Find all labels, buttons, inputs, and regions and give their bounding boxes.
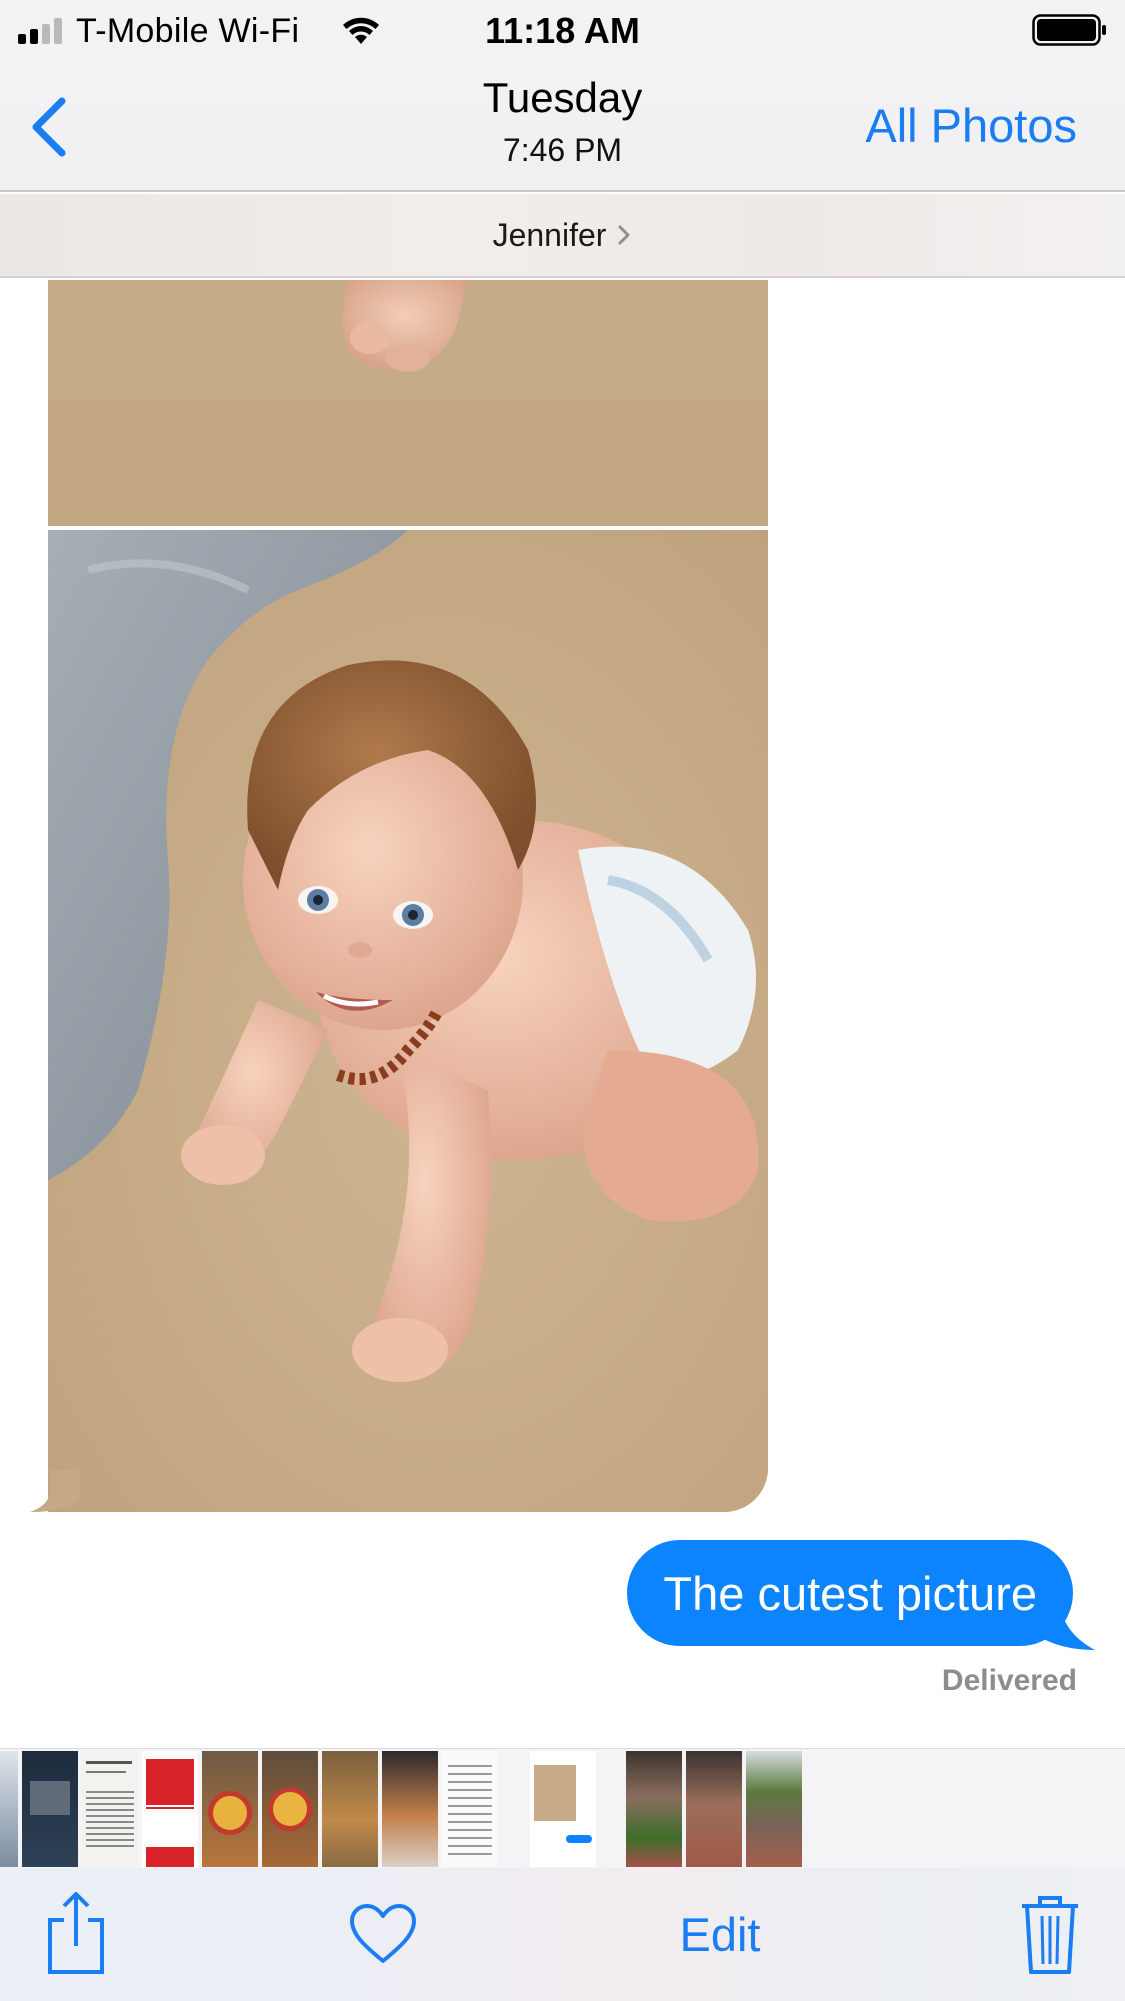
heart-icon: [350, 1904, 416, 1963]
thumbnail-item[interactable]: [626, 1751, 682, 1867]
thumbnail-item[interactable]: [142, 1751, 198, 1867]
incoming-bubble-tail: [30, 1470, 80, 1512]
battery-icon: [1032, 14, 1106, 46]
photo-thumbnail-strip[interactable]: [0, 1748, 1125, 1868]
edit-label: Edit: [679, 1907, 761, 1961]
edit-button[interactable]: Edit: [660, 1902, 780, 1966]
thumbnail-item[interactable]: [382, 1751, 438, 1867]
crawling-baby-photo[interactable]: [48, 530, 768, 1512]
thumbnail-item[interactable]: [746, 1751, 802, 1867]
outgoing-bubble-tail: [1035, 1598, 1095, 1650]
thumbnail-item[interactable]: [686, 1751, 742, 1867]
status-clock: 11:18 AM: [485, 10, 640, 51]
contact-name: Jennifer: [492, 216, 607, 253]
conversation-area: The cutest picture Delivered: [0, 280, 1125, 1750]
baby-feet-on-carpet-photo[interactable]: [48, 280, 768, 526]
thumbnail-item[interactable]: [262, 1751, 318, 1867]
share-button[interactable]: [36, 1888, 116, 1978]
chevron-right-icon: [618, 225, 630, 245]
sent-message-bubble[interactable]: The cutest picture: [627, 1540, 1073, 1646]
top-navigation-area: T-Mobile Wi-Fi 11:18 AM Tuesday 7:46 PM: [0, 0, 1125, 192]
navigation-bar: Tuesday 7:46 PM All Photos: [0, 62, 1125, 192]
contact-bar[interactable]: Jennifer: [0, 194, 1125, 278]
thumbnail-item[interactable]: [322, 1751, 378, 1867]
share-icon: [48, 1892, 104, 1974]
thumbnail-item[interactable]: [530, 1751, 596, 1867]
thumbnail-item[interactable]: [0, 1751, 18, 1867]
delete-button[interactable]: [1010, 1888, 1090, 1982]
status-bar: T-Mobile Wi-Fi 11:18 AM: [0, 0, 1125, 62]
thumbnail-item[interactable]: [442, 1751, 498, 1867]
sent-message-text: The cutest picture: [663, 1566, 1037, 1620]
thumbnail-item[interactable]: [202, 1751, 258, 1867]
delivery-receipt: Delivered: [941, 1664, 1077, 1697]
thumbnail-item[interactable]: [82, 1751, 138, 1867]
thumbnail-item[interactable]: [22, 1751, 78, 1867]
favorite-button[interactable]: [340, 1894, 426, 1974]
trash-icon: [1022, 1896, 1078, 1974]
bottom-toolbar: Edit: [0, 1868, 1125, 2001]
photo-viewer-screen: T-Mobile Wi-Fi 11:18 AM Tuesday 7:46 PM: [0, 0, 1125, 2001]
all-photos-button[interactable]: All Photos: [865, 98, 1077, 153]
